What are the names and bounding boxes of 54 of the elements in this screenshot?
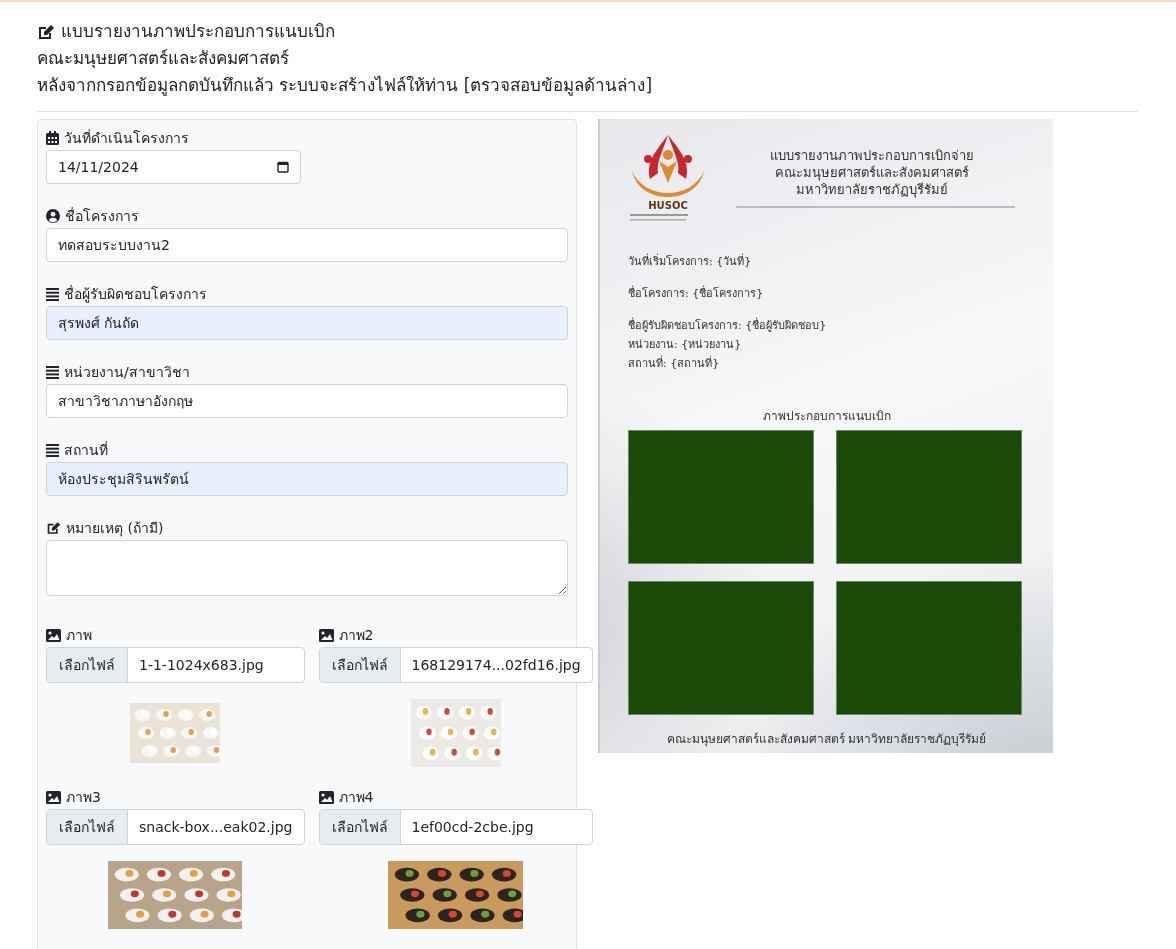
list-icon	[46, 365, 59, 379]
file-name: 1ef00cd-2cbe.jpg	[410, 818, 535, 837]
image-icon	[318, 790, 334, 804]
list-icon	[46, 443, 59, 457]
calendar-icon[interactable]	[277, 161, 289, 173]
report-title: แบบรายงานภาพประกอบการเบิกจ่าย	[768, 147, 975, 164]
photos-heading: ภาพประกอบการแนบเบิก	[762, 408, 891, 425]
image-icon	[46, 628, 61, 642]
footer-text: คณะมนุษยศาสตร์และสังคมศาสตร์ มหาวิทยาลัยราชภัฏบุรีรัมย์	[666, 731, 987, 748]
choose-file-button[interactable]: เลือกไฟล์	[319, 648, 401, 682]
input-field[interactable]: ห้องประชุมสิรินพรัตน์	[46, 462, 568, 496]
report-field: หน่วยงาน: {หน่วยงาน}	[628, 335, 742, 354]
page-title: แบบรายงานภาพประกอบการแนบเบิก	[61, 20, 335, 43]
list-icon	[46, 287, 59, 301]
report-title: มหาวิทยาลัยราชภัฏบุรีรัมย์	[794, 181, 949, 198]
date-field[interactable]: 14/11/2024	[46, 150, 301, 184]
field-label: ภาพ4	[338, 788, 374, 807]
input-field[interactable]: ทดสอบระบบงาน2	[46, 228, 568, 262]
field-label: ภาพ	[66, 626, 92, 645]
report-field: สถานที่: {สถานที่}	[628, 354, 720, 373]
file-input-field[interactable]: เลือกไฟล์ snack-box...eak02.jpg	[46, 809, 305, 845]
input-field[interactable]: สาขาวิชาภาษาอังกฤษ	[46, 384, 568, 418]
field-label: ภาพ3	[66, 788, 101, 807]
calendar-icon	[46, 131, 59, 145]
notes-field[interactable]	[46, 540, 568, 596]
report-field: ชื่อผู้รับผิดชอบโครงการ: {ชื่อผู้รับผิดชอบ}	[628, 316, 827, 335]
input-field[interactable]: สุรพงศ์ กันถัด	[46, 306, 568, 340]
file-name: 1-1-1024x683.jpg	[138, 656, 265, 675]
report-title: คณะมนุษยศาสตร์และสังคมศาสตร์	[773, 164, 970, 181]
file-input-field[interactable]: เลือกไฟล์ 1ef00cd-2cbe.jpg	[318, 809, 593, 845]
user-icon	[46, 209, 60, 223]
field-label: ชื่อผู้รับผิดชอบโครงการ	[64, 284, 207, 305]
field-label: ภาพ2	[338, 626, 374, 645]
field-label: หน่วยงาน/สาขาวิชา	[64, 363, 190, 382]
instruction-text: หลังจากกรอกข้อมูลกดบันทึกแล้ว ระบบจะสร้างไฟล์ให้ท่าน [ตรวจสอบข้อมูลด้านล่าง]	[37, 74, 654, 98]
choose-file-button[interactable]: เลือกไฟล์	[319, 810, 401, 844]
faculty-name: คณะมนุษยศาสตร์และสังคมศาสตร์	[37, 47, 290, 71]
edit-icon	[46, 521, 61, 535]
report-field: วันที่เริ่มโครงการ: {วันที่}	[628, 252, 752, 271]
field-label: สถานที่	[64, 440, 108, 460]
field-label: หมายเหตุ (ถ้ามี)	[66, 519, 164, 539]
choose-file-button[interactable]: เลือกไฟล์	[47, 648, 128, 682]
field-label: วันที่ดำเนินโครงการ	[64, 128, 189, 148]
image-icon	[46, 790, 61, 804]
file-name: 168129174...02fd16.jpg	[410, 656, 582, 675]
file-input-field[interactable]: เลือกไฟล์ 168129174...02fd16.jpg	[318, 647, 593, 683]
file-input-field[interactable]: เลือกไฟล์ 1-1-1024x683.jpg	[46, 647, 305, 683]
edit-icon	[37, 23, 55, 40]
logo-text: HUSOC	[648, 200, 688, 211]
field-label: ชื่อโครงการ	[65, 206, 139, 226]
image-icon	[318, 628, 334, 642]
choose-file-button[interactable]: เลือกไฟล์	[47, 810, 128, 844]
report-field: ชื่อโครงการ: {ชื่อโครงการ}	[628, 284, 764, 303]
file-name: snack-box...eak02.jpg	[138, 818, 294, 837]
